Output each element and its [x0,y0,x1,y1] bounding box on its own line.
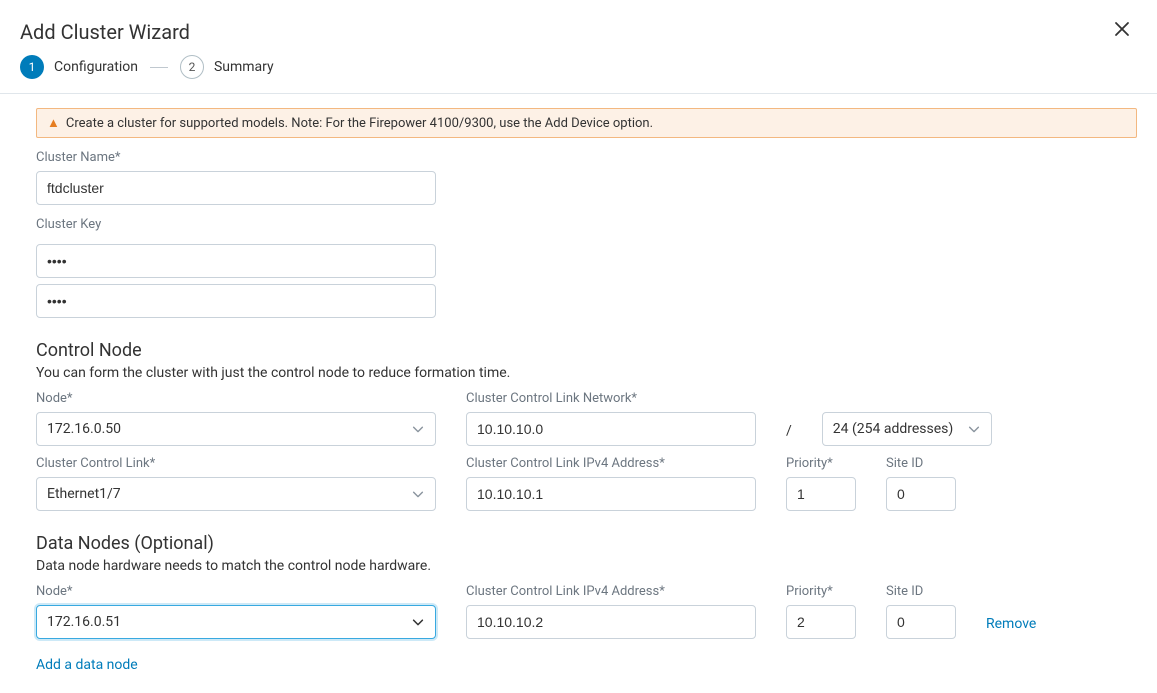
ccl-select[interactable]: Ethernet1/7 [36,477,436,511]
site-id-label: Site ID [886,456,956,471]
banner-text: Create a cluster for supported models. N… [66,116,653,131]
step-num-1: 1 [20,55,44,79]
step-label-2: Summary [214,59,274,75]
ccl-value: Ethernet1/7 [47,486,121,502]
cluster-key-input-2[interactable] [36,284,436,318]
data-site-id-label: Site ID [886,584,956,599]
data-nodes-desc: Data node hardware needs to match the co… [36,558,1137,574]
cluster-key-label: Cluster Key [36,217,1137,232]
data-priority-label: Priority* [786,584,856,599]
warning-icon: ▲ [47,115,60,131]
control-node-node-label: Node* [36,391,436,406]
chevron-down-icon [411,487,425,501]
close-button[interactable] [1107,18,1137,45]
data-nodes-title: Data Nodes (Optional) [36,533,1137,554]
cidr-select[interactable]: 24 (254 addresses) [822,412,992,446]
chevron-down-icon [967,422,981,436]
control-node-node-value: 172.16.0.50 [47,421,121,437]
data-site-id-input[interactable] [886,605,956,639]
step-configuration[interactable]: 1 Configuration [20,55,138,79]
priority-label: Priority* [786,456,856,471]
cluster-name-label: Cluster Name* [36,150,1137,165]
step-label-1: Configuration [54,59,138,75]
info-banner: ▲ Create a cluster for supported models.… [36,108,1137,138]
step-summary[interactable]: 2 Summary [180,55,274,79]
ccl-ipv4-input[interactable] [466,477,756,511]
cluster-name-input[interactable] [36,171,436,205]
close-icon [1113,20,1131,38]
add-data-node-link[interactable]: Add a data node [36,657,138,673]
ccl-network-label: Cluster Control Link Network* [466,391,756,406]
cidr-value: 24 (254 addresses) [833,421,954,437]
data-node-node-select[interactable]: 172.16.0.51 [36,605,436,639]
data-priority-input[interactable] [786,605,856,639]
cidr-slash: / [786,423,792,446]
data-node-node-label: Node* [36,584,436,599]
site-id-input[interactable] [886,477,956,511]
data-node-node-value: 172.16.0.51 [47,614,121,630]
chevron-down-icon [411,422,425,436]
control-node-title: Control Node [36,340,1137,361]
control-node-desc: You can form the cluster with just the c… [36,365,1137,381]
remove-data-node-link[interactable]: Remove [986,616,1036,639]
step-divider [150,67,168,68]
data-ccl-ipv4-input[interactable] [466,605,756,639]
chevron-down-icon [411,615,425,629]
ccl-network-input[interactable] [466,412,756,446]
priority-input[interactable] [786,477,856,511]
ccl-ipv4-label: Cluster Control Link IPv4 Address* [466,456,756,471]
data-ccl-ipv4-label: Cluster Control Link IPv4 Address* [466,584,756,599]
control-node-node-select[interactable]: 172.16.0.50 [36,412,436,446]
dialog-title: Add Cluster Wizard [20,20,190,44]
cluster-key-input-1[interactable] [36,244,436,278]
step-num-2: 2 [180,55,204,79]
ccl-label: Cluster Control Link* [36,456,436,471]
wizard-stepper: 1 Configuration 2 Summary [0,55,1157,94]
